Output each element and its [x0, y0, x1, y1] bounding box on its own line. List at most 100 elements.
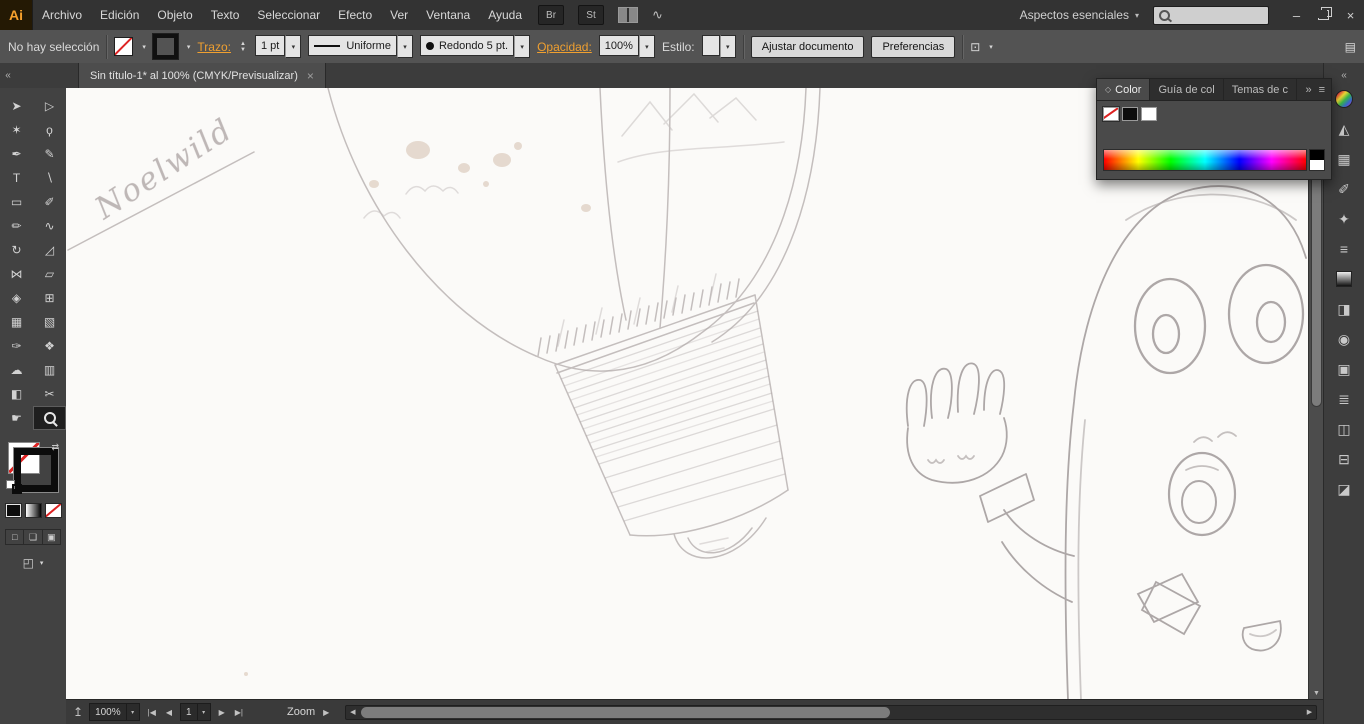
opacity-field[interactable]: 100%: [598, 35, 639, 56]
gradient-button[interactable]: [24, 503, 42, 518]
opacity-combo[interactable]: 100% ▾: [598, 35, 655, 58]
scroll-left-icon[interactable]: ◀: [346, 708, 359, 716]
spectrum-white-swatch[interactable]: [1310, 160, 1324, 170]
panel-icon-transparency[interactable]: ◨: [1324, 294, 1364, 324]
tool-pen[interactable]: ✒: [0, 142, 33, 166]
tool-pencil[interactable]: ✏: [0, 214, 33, 238]
tool-symbol-sprayer[interactable]: ☁: [0, 358, 33, 382]
panel-icon-gradient[interactable]: [1324, 264, 1364, 294]
panel-icon-symbols[interactable]: ✦: [1324, 204, 1364, 234]
scroll-right-icon[interactable]: ▶: [1303, 708, 1316, 716]
restore-button[interactable]: [1310, 0, 1337, 30]
minimize-button[interactable]: –: [1283, 0, 1310, 30]
horizontal-scroll-track[interactable]: [359, 706, 1303, 719]
screen-mode-caret-icon[interactable]: ▾: [40, 559, 44, 567]
stepper-down-icon[interactable]: ▼: [238, 47, 248, 53]
preferences-button[interactable]: Preferencias: [871, 35, 956, 58]
menu-efecto[interactable]: Efecto: [329, 0, 381, 30]
tool-artboard[interactable]: ◧: [0, 382, 33, 406]
tool-blend[interactable]: ❖: [33, 334, 66, 358]
brush-dropdown-icon[interactable]: ▾: [514, 35, 531, 58]
menu-ventana[interactable]: Ventana: [417, 0, 479, 30]
tool-selection[interactable]: ➤: [0, 94, 33, 118]
artboard-number-field[interactable]: 1: [180, 703, 198, 721]
black-swatch[interactable]: [1122, 107, 1138, 121]
panel-icon-align[interactable]: ⊟: [1324, 444, 1364, 474]
style-dropdown-icon[interactable]: ▾: [719, 35, 736, 58]
tool-mesh[interactable]: ▦: [0, 310, 33, 334]
stroke-width-field[interactable]: 1 pt: [254, 35, 286, 56]
artboard-next-button[interactable]: ▶: [217, 708, 227, 717]
tool-shaper[interactable]: ∿: [33, 214, 66, 238]
search-box[interactable]: [1153, 5, 1269, 25]
libraries-icon[interactable]: ⊡: [970, 40, 980, 54]
draw-inside-button[interactable]: ▣: [43, 530, 60, 544]
style-swatch[interactable]: [701, 35, 720, 56]
tool-gradient[interactable]: ▧: [33, 310, 66, 334]
opacity-dropdown-icon[interactable]: ▾: [638, 35, 655, 58]
opacity-panel-link[interactable]: Opacidad:: [537, 40, 592, 54]
close-button[interactable]: ×: [1337, 0, 1364, 30]
swap-fill-stroke-icon[interactable]: ⇄: [51, 442, 59, 453]
brush-definition-combo[interactable]: Redondo 5 pt. ▾: [419, 35, 531, 58]
tab-color[interactable]: ◇ Color: [1097, 79, 1151, 100]
artboard-prev-button[interactable]: ◀: [164, 708, 174, 717]
fill-color-swatch[interactable]: [114, 37, 134, 56]
tool-width[interactable]: ⋈: [0, 262, 33, 286]
zoom-level-field[interactable]: 100%: [89, 703, 127, 721]
tool-shape-builder[interactable]: ◈: [0, 286, 33, 310]
tool-rotate[interactable]: ↻: [0, 238, 33, 262]
status-popup-icon[interactable]: ▶: [321, 708, 331, 717]
tool-line-segment[interactable]: ∖: [33, 166, 66, 190]
tool-perspective-grid[interactable]: ⊞: [33, 286, 66, 310]
panel-icon-pathfinder[interactable]: ◪: [1324, 474, 1364, 504]
menu-texto[interactable]: Texto: [202, 0, 249, 30]
artboard-number-combo[interactable]: 1 ▾: [180, 703, 211, 721]
spectrum-bw-swatches[interactable]: [1309, 149, 1325, 171]
tool-magic-wand[interactable]: ✶: [0, 118, 33, 142]
stroke-panel-link[interactable]: Trazo:: [197, 40, 231, 54]
vertical-scroll-track[interactable]: [1309, 101, 1324, 687]
artboard-last-button[interactable]: ▶|: [233, 708, 245, 717]
panel-icon-appearance[interactable]: ◉: [1324, 324, 1364, 354]
menu-edicion[interactable]: Edición: [91, 0, 148, 30]
artboard-first-button[interactable]: |◀: [146, 708, 158, 717]
arrange-documents-icon[interactable]: [618, 7, 639, 23]
panel-icon-artboards[interactable]: ◫: [1324, 414, 1364, 444]
libraries-dropdown-icon[interactable]: ▾: [989, 43, 993, 51]
zoom-level-dropdown-icon[interactable]: ▾: [126, 703, 140, 721]
tool-hand[interactable]: ☛: [0, 406, 33, 430]
menu-ver[interactable]: Ver: [381, 0, 417, 30]
color-spectrum-bar[interactable]: [1103, 149, 1307, 171]
expand-dock-icon[interactable]: «: [1341, 66, 1347, 84]
width-profile-field[interactable]: Uniforme: [308, 35, 397, 56]
tool-scale[interactable]: ◿: [33, 238, 66, 262]
tool-eyedropper[interactable]: ✑: [0, 334, 33, 358]
collapse-panels-icon[interactable]: «: [0, 63, 16, 88]
tool-type[interactable]: T: [0, 166, 33, 190]
export-icon[interactable]: ↥: [73, 705, 83, 719]
fill-dropdown-icon[interactable]: ▾: [142, 43, 146, 51]
bridge-button[interactable]: Br: [538, 5, 565, 25]
document-tab[interactable]: Sin título-1* al 100% (CMYK/Previsualiza…: [78, 63, 326, 88]
width-profile-combo[interactable]: Uniforme ▾: [308, 35, 413, 58]
stroke-dropdown-icon[interactable]: ▾: [187, 43, 191, 51]
tool-column-graph[interactable]: ▥: [33, 358, 66, 382]
tab-color-themes[interactable]: Temas de c: [1224, 79, 1297, 100]
tool-lasso[interactable]: ϙ: [33, 118, 66, 142]
search-input[interactable]: [1175, 7, 1259, 23]
tool-paintbrush[interactable]: ✐: [33, 190, 66, 214]
horizontal-scroll-thumb[interactable]: [361, 706, 890, 718]
stroke-width-dropdown-icon[interactable]: ▾: [285, 35, 302, 58]
stroke-width-combo[interactable]: 1 pt ▾: [254, 35, 302, 58]
screen-mode-button[interactable]: ◰: [23, 556, 34, 570]
style-combo[interactable]: ▾: [701, 35, 736, 58]
menu-objeto[interactable]: Objeto: [148, 0, 201, 30]
white-swatch[interactable]: [1141, 107, 1157, 121]
menu-seleccionar[interactable]: Seleccionar: [248, 0, 329, 30]
draw-normal-button[interactable]: □: [6, 530, 25, 544]
control-panel-menu-icon[interactable]: ▤: [1345, 40, 1356, 54]
tool-rectangle[interactable]: ▭: [0, 190, 33, 214]
fit-document-button[interactable]: Ajustar documento: [750, 35, 865, 58]
tool-zoom[interactable]: [33, 406, 66, 430]
